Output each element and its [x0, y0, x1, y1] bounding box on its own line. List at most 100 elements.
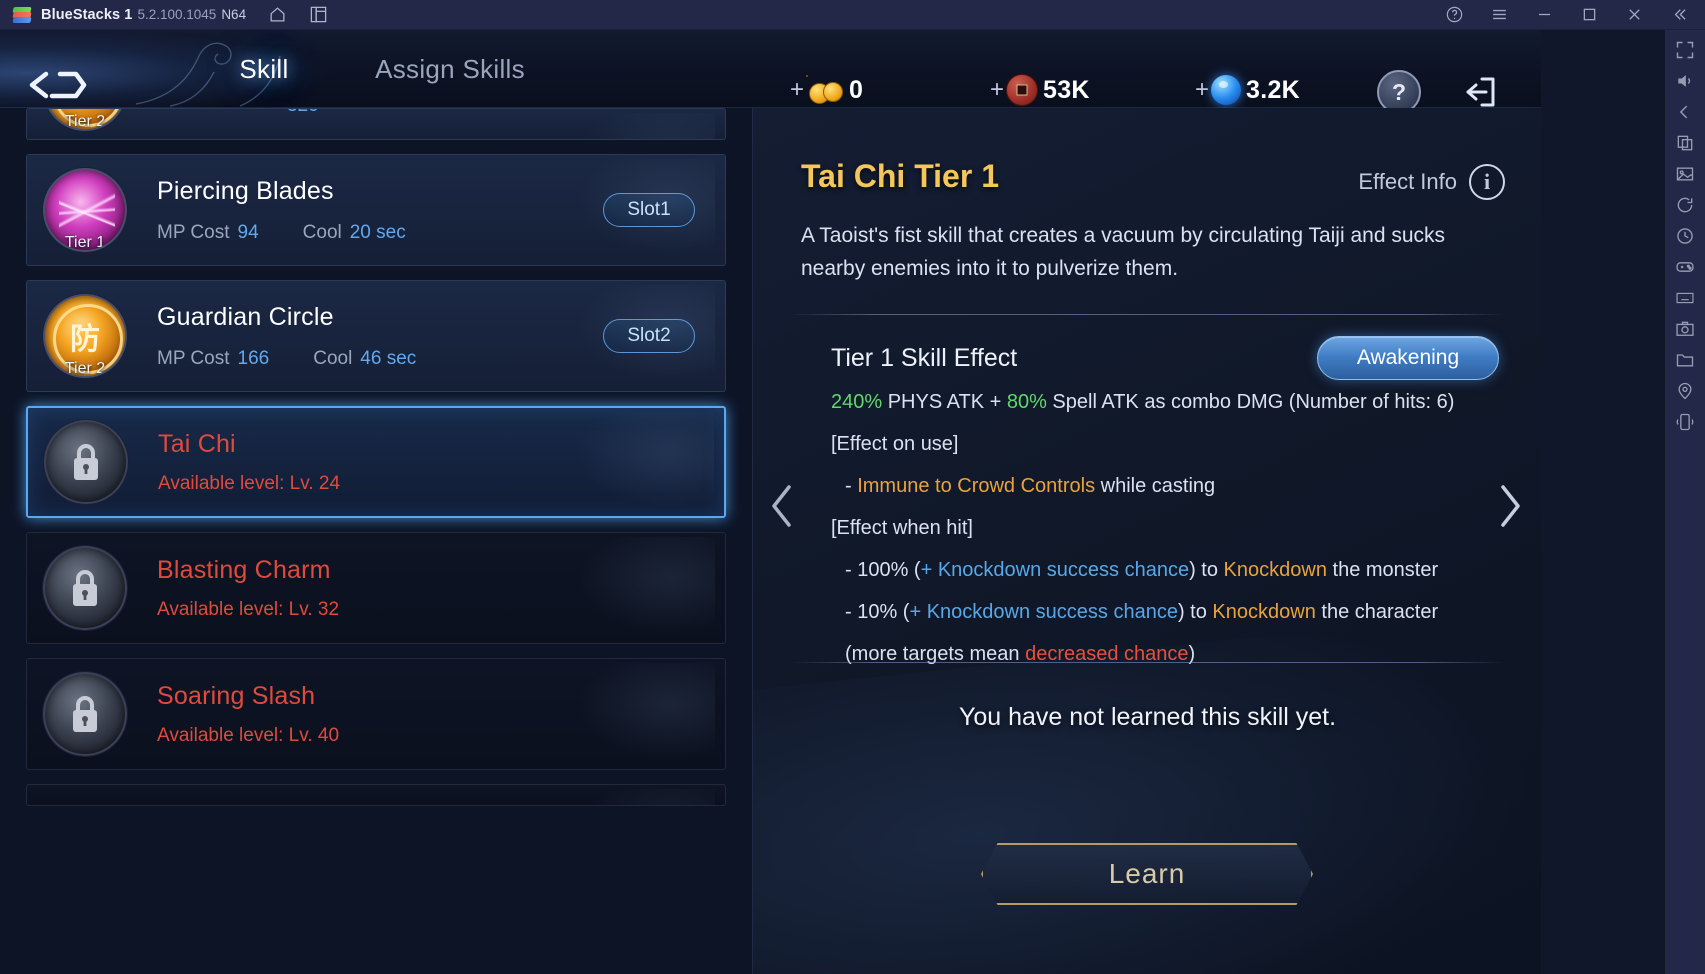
skill-row-partial-bottom[interactable] [26, 784, 726, 806]
skill-icon-partial: 防 Tier 2 [43, 109, 127, 131]
gold-coin-icon [806, 75, 844, 105]
effect-text-orange: Knockdown [1223, 559, 1327, 581]
gallery-icon[interactable] [1675, 164, 1695, 184]
skill-lock-text: Available level: Lv. 24 [158, 472, 341, 494]
effect-heading: Tier 1 Skill Effect [831, 344, 1018, 372]
multi-instance-icon[interactable] [309, 5, 328, 24]
skill-lock-text: Available level: Lv. 40 [157, 724, 340, 746]
collapse-icon[interactable] [1670, 5, 1689, 24]
screenshot-icon[interactable] [1675, 319, 1695, 339]
skill-row-soaring-slash[interactable]: Soaring Slash Available level: Lv. 40 [26, 658, 726, 770]
cooldown-value: 46 sec [360, 347, 417, 369]
piercing-blades-icon: Tier 1 [43, 168, 127, 252]
skill-row-partial-top[interactable]: 防 Tier 2 320 [26, 108, 726, 140]
tier-badge: Tier 2 [64, 360, 106, 377]
divider-bottom [789, 662, 1506, 663]
awakening-button[interactable]: Awakening [1317, 336, 1499, 380]
gem-plus-label: + [1195, 76, 1210, 103]
chevron-left-icon[interactable] [765, 478, 799, 534]
effect-line-1: [Effect on use] [831, 432, 1491, 457]
effect-text-normal: Spell ATK as combo DMG (Number of hits: … [1046, 391, 1455, 413]
learn-button[interactable]: Learn [981, 843, 1313, 905]
currency-gem[interactable]: + 3.2K [1195, 72, 1300, 108]
fullscreen-icon[interactable] [1675, 40, 1695, 60]
effect-text-green: 240% [831, 391, 883, 413]
skill-name: Blasting Charm [157, 555, 331, 584]
copy-icon[interactable] [1675, 133, 1695, 153]
effect-text-normal: - [845, 475, 858, 497]
app-version: 5.2.100.1045 [137, 6, 217, 22]
tab-skill[interactable]: Skill [205, 30, 323, 108]
mp-cost-label: MP Cost [157, 347, 230, 369]
skill-list[interactable]: 防 Tier 2 320 Tier 1 Piercing Blades MP C… [0, 108, 752, 974]
divider-top [789, 314, 1506, 315]
skill-name: Tai Chi [158, 429, 236, 458]
menu-icon[interactable] [1490, 5, 1509, 24]
copper-coin-icon [1006, 74, 1039, 106]
close-icon[interactable] [1625, 5, 1644, 24]
gold-plus-label: + [790, 76, 805, 103]
skill-row-piercing-blades[interactable]: Tier 1 Piercing Blades MP Cost 94 Cool 2… [26, 154, 726, 266]
effect-line-2: - Immune to Crowd Controls while casting [831, 474, 1491, 499]
tier-badge-partial: Tier 2 [64, 113, 106, 130]
skill-description: A Taoist's fist skill that creates a vac… [801, 224, 1446, 280]
folder-icon[interactable] [1675, 350, 1695, 370]
skill-row-guardian-circle[interactable]: 防 Tier 2 Guardian Circle MP Cost 166 Coo… [26, 280, 726, 392]
effect-text-green: 80% [1006, 391, 1047, 413]
game-viewport: Skill Assign Skills + 0 + 53K + 3.2K ? T… [0, 30, 1541, 974]
slot-chip[interactable]: Slot2 [603, 319, 695, 353]
skill-row-blasting-charm[interactable]: Blasting Charm Available level: Lv. 32 [26, 532, 726, 644]
volume-icon[interactable] [1675, 71, 1695, 91]
padlock-icon [43, 672, 127, 756]
skill-icon-glyph: 防 [70, 109, 100, 111]
maximize-icon[interactable] [1580, 5, 1599, 24]
effect-info-label: Effect Info [1358, 169, 1457, 194]
slot-chip[interactable]: Slot1 [603, 193, 695, 227]
rotate-icon[interactable] [1675, 195, 1695, 215]
help-icon[interactable] [1445, 5, 1464, 24]
skill-detail-panel: Tai Chi Tier 1 Effect Info i A Taoist's … [752, 108, 1541, 974]
minimize-icon[interactable] [1535, 5, 1554, 24]
effect-text-blue: + Knockdown success chance [909, 601, 1178, 623]
skill-name: Soaring Slash [157, 681, 316, 710]
location-icon[interactable] [1675, 381, 1695, 401]
guardian-circle-icon: 防 Tier 2 [43, 294, 127, 378]
effect-text-normal: PHYS ATK + [882, 391, 1007, 413]
padlock-icon [43, 546, 127, 630]
bluestacks-logo-icon [12, 6, 32, 23]
mp-cost-label: MP Cost [157, 221, 230, 243]
skill-row-tai-chi[interactable]: Tai Chi Available level: Lv. 24 [26, 406, 726, 518]
mp-cost-value: 94 [237, 221, 259, 243]
status-message: You have not learned this skill yet. [958, 703, 1337, 731]
skill-icon-glyph: 防 [70, 322, 100, 357]
back-button[interactable] [22, 64, 94, 106]
clock-icon[interactable] [1675, 226, 1695, 246]
info-icon[interactable]: i [1469, 164, 1505, 200]
effect-info-button[interactable]: Effect Info i [1358, 164, 1505, 200]
effect-line-5: - 10% (+ Knockdown success chance) to Kn… [831, 600, 1491, 625]
padlock-icon [44, 420, 128, 504]
tab-assign-skills[interactable]: Assign Skills [360, 30, 540, 108]
game-top-bar: Skill Assign Skills + 0 + 53K + 3.2K ? [0, 30, 1541, 114]
effect-line-6: (more targets mean decreased chance) [831, 642, 1491, 667]
home-icon[interactable] [268, 5, 287, 24]
effect-text-normal: while casting [1095, 475, 1216, 497]
cooldown-label: Cool [313, 347, 353, 369]
game-controls-icon[interactable] [1675, 257, 1695, 277]
effect-text-orange: Knockdown [1212, 601, 1316, 623]
effect-text-orange: Immune to Crowd Controls [857, 475, 1096, 497]
currency-gold[interactable]: + 0 [790, 72, 863, 108]
effect-text-blue: + Knockdown success chance [920, 559, 1190, 581]
keyboard-icon[interactable] [1675, 288, 1695, 308]
mp-cost-value: 166 [237, 347, 270, 369]
effect-text-normal: ) to [1177, 601, 1213, 623]
shake-icon[interactable] [1675, 412, 1695, 432]
currency-copper[interactable]: + 53K [990, 72, 1090, 108]
cooldown-value: 20 sec [349, 221, 406, 243]
effect-line-4: - 100% (+ Knockdown success chance) to K… [831, 558, 1491, 583]
effect-text-normal: [Effect when hit] [831, 517, 973, 539]
chevron-right-icon[interactable] [1493, 478, 1527, 534]
skill-lock-text: Available level: Lv. 32 [157, 598, 340, 620]
back-icon[interactable] [1675, 102, 1695, 122]
cooldown-label: Cool [302, 221, 342, 243]
